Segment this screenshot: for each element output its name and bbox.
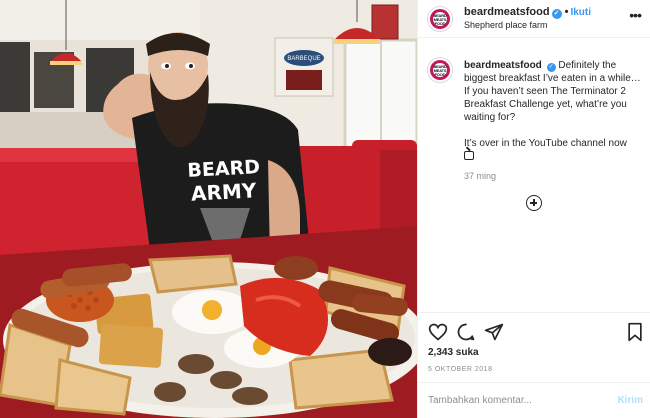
like-count[interactable]: 2,343 suka [428,347,479,358]
bookmark-icon[interactable] [625,322,645,342]
avatar-logo-line: FOOD [434,72,446,77]
caption-text-2: It’s over in the YouTube channel now [464,138,627,149]
post-photo[interactable]: BARBEQUE BEARD ARMY [0,0,417,418]
sign-text: BARBEQUE [287,56,320,62]
shirt-text-line2: ARMY [190,178,257,205]
avatar-logo-text: BEARD MEATS FOOD [428,65,452,77]
comment-icon[interactable] [456,322,476,342]
verified-icon: ✓ [551,9,562,19]
plus-circle-icon[interactable] [526,195,542,211]
caption-paragraph-2: It’s over in the YouTube channel now [464,137,644,163]
avatar-logo-line: FOOD [434,21,446,26]
caption-paragraph-1: beardmeatsfood ✓ Definitely the biggest … [464,59,644,124]
comment-input[interactable]: Tambahkan komentar... [428,395,532,406]
caption-avatar[interactable]: BEARD MEATS FOOD [427,57,453,83]
verified-icon: ✓ [546,63,556,72]
heart-icon[interactable] [428,322,448,342]
more-icon[interactable]: ••• [629,8,642,22]
caption-timestamp[interactable]: 37 ming [464,171,496,181]
add-comment-bar: Tambahkan komentar... Kirim [418,382,650,418]
tv-icon [464,151,474,160]
send-button[interactable]: Kirim [617,395,643,406]
profile-avatar[interactable]: BEARD MEATS FOOD [427,6,453,32]
avatar-logo-text: BEARD MEATS FOOD [428,14,452,26]
header-username[interactable]: beardmeatsfood [464,6,550,18]
separator-dot: • [564,6,569,18]
location-link[interactable]: Shepherd place farm [464,20,548,30]
comments-section: BEARD MEATS FOOD beardmeatsfood ✓ Defini… [418,39,650,312]
post-sidebar: BEARD MEATS FOOD beardmeatsfood ✓ • Ikuti S… [417,0,650,418]
follow-button[interactable]: Ikuti [570,7,591,18]
post-header: BEARD MEATS FOOD beardmeatsfood ✓ • Ikuti S… [418,0,650,38]
share-icon[interactable] [484,322,504,342]
post-caption: beardmeatsfood ✓ Definitely the biggest … [464,59,644,176]
action-bar: 2,343 suka 5 OKTOBER 2018 [418,312,650,382]
post-date: 5 OKTOBER 2018 [428,366,493,373]
breakfast-photo-illustration: BARBEQUE BEARD ARMY [0,0,417,418]
caption-username[interactable]: beardmeatsfood [464,60,542,71]
header-user-row: beardmeatsfood ✓ • Ikuti [464,6,591,19]
